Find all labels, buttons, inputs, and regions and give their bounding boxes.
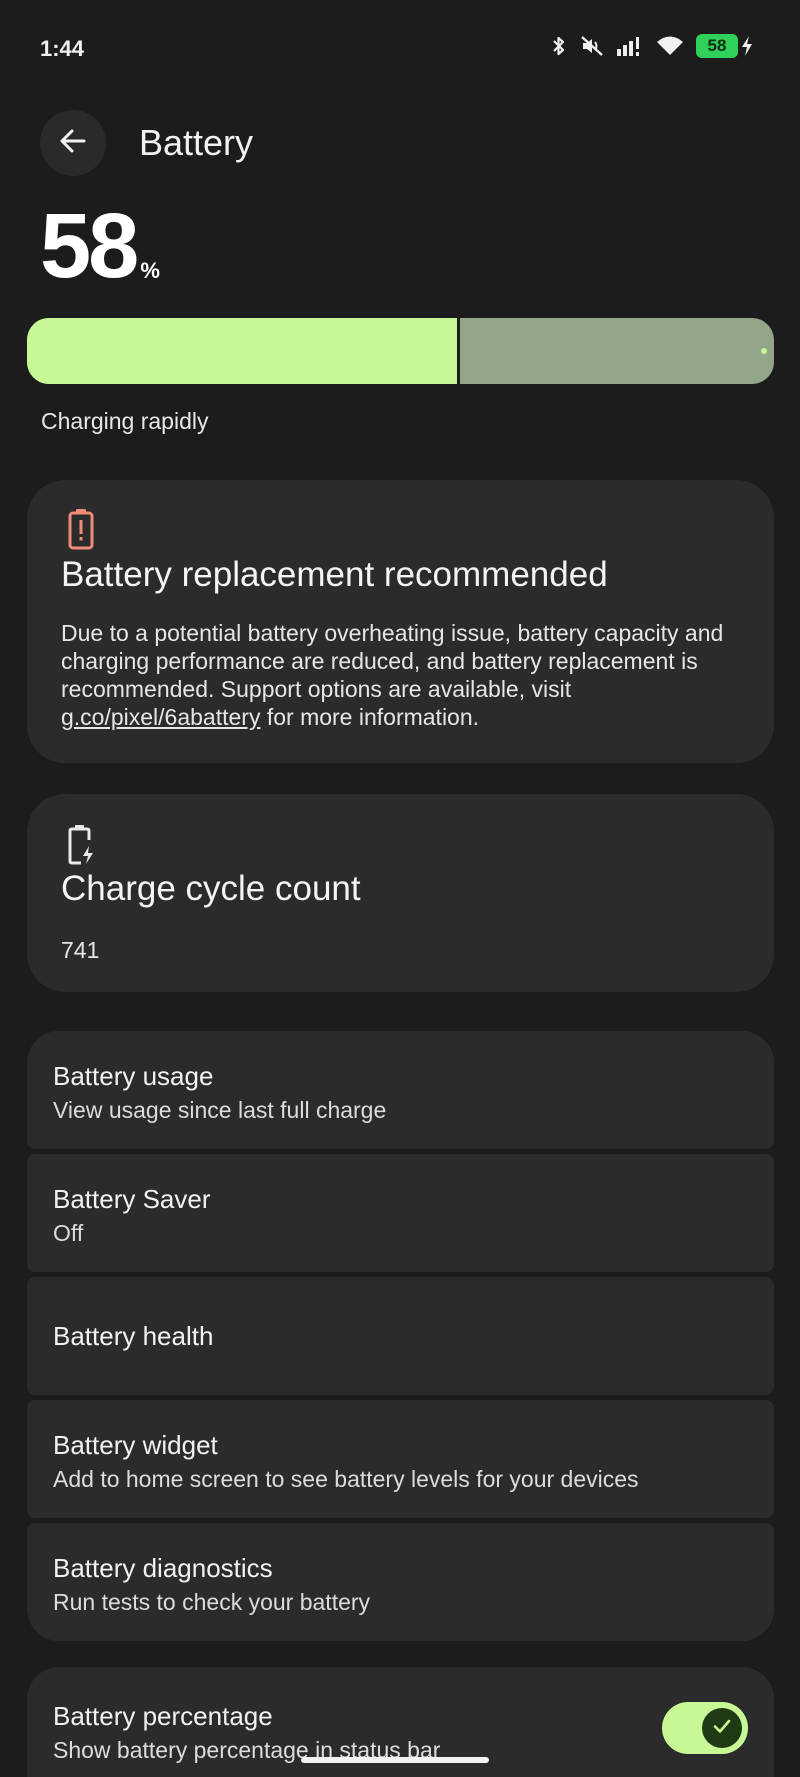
signal-icon	[616, 35, 644, 57]
battery-charging-icon	[67, 824, 95, 871]
list-item-battery-diagnostics[interactable]: Battery diagnostics Run tests to check y…	[27, 1523, 774, 1641]
list-item-battery-saver[interactable]: Battery Saver Off	[27, 1154, 774, 1272]
card-title: Battery replacement recommended	[61, 555, 608, 594]
cycle-count-value: 741	[61, 937, 100, 963]
gesture-navigation-bar[interactable]	[301, 1757, 489, 1763]
status-bar: 1:44 58	[0, 0, 800, 100]
back-button[interactable]	[40, 110, 106, 176]
list-item-title: Battery diagnostics	[53, 1553, 273, 1583]
support-link[interactable]: g.co/pixel/6abattery	[61, 704, 260, 730]
battery-alert-icon	[67, 508, 95, 555]
battery-bar-end-dot	[761, 348, 767, 354]
status-time: 1:44	[40, 36, 85, 61]
charging-bolt-icon	[740, 35, 754, 57]
wifi-icon	[656, 35, 684, 57]
battery-level-bar	[27, 318, 774, 384]
charging-status: Charging rapidly	[41, 408, 209, 434]
arrow-left-icon	[58, 126, 88, 161]
battery-icon: 58	[696, 34, 738, 58]
battery-percent-display: 58 %	[40, 198, 160, 294]
list-item-title: Battery usage	[53, 1061, 214, 1091]
list-item-subtitle: View usage since last full charge	[53, 1097, 387, 1123]
card-body-text-end: for more information.	[260, 704, 480, 730]
list-item-title: Battery health	[53, 1321, 214, 1351]
setting-title: Battery percentage	[53, 1701, 273, 1731]
battery-settings-screen: 1:44 58 Battery 58 % Charging rapidly Ba…	[0, 0, 800, 1777]
battery-percentage-toggle[interactable]	[662, 1702, 748, 1754]
list-item-subtitle: Run tests to check your battery	[53, 1589, 371, 1615]
status-icons: 58	[550, 34, 754, 58]
toggle-knob	[702, 1708, 742, 1748]
bluetooth-icon	[550, 35, 568, 57]
list-item-subtitle: Off	[53, 1220, 84, 1246]
battery-percent-value: 58	[40, 195, 139, 297]
battery-level-fill	[27, 318, 461, 384]
list-item-subtitle: Add to home screen to see battery levels…	[53, 1466, 639, 1492]
list-item-title: Battery Saver	[53, 1184, 211, 1214]
battery-replacement-card: Battery replacement recommended Due to a…	[27, 480, 774, 763]
list-item-battery-health[interactable]: Battery health	[27, 1277, 774, 1395]
card-body-text: Due to a potential battery overheating i…	[61, 620, 724, 702]
list-item-title: Battery widget	[53, 1430, 218, 1460]
card-title: Charge cycle count	[61, 869, 361, 908]
check-icon	[711, 1715, 733, 1742]
mute-icon	[580, 35, 604, 57]
list-item-battery-usage[interactable]: Battery usage View usage since last full…	[27, 1031, 774, 1149]
card-body: Due to a potential battery overheating i…	[61, 619, 734, 731]
battery-percent-unit: %	[140, 258, 160, 283]
charge-cycle-card: Charge cycle count 741	[27, 794, 774, 992]
page-title: Battery	[139, 122, 254, 163]
list-item-battery-widget[interactable]: Battery widget Add to home screen to see…	[27, 1400, 774, 1518]
